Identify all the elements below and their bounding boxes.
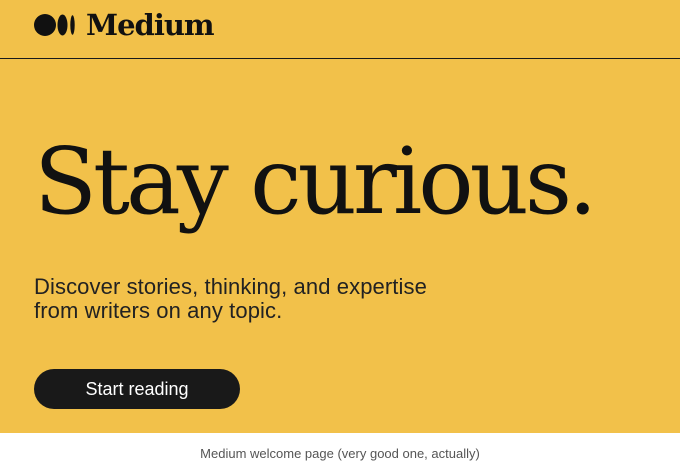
page-caption: Medium welcome page (very good one, actu…: [200, 446, 480, 461]
hero-section: Medium Stay curious. Discover stories, t…: [0, 0, 680, 433]
top-bar: Medium: [0, 0, 680, 59]
hero-subtitle: Discover stories, thinking, and expertis…: [34, 274, 427, 323]
hero-headline: Stay curious.: [34, 128, 597, 235]
start-reading-button[interactable]: Start reading: [34, 369, 240, 409]
medium-logo-icon: [34, 14, 75, 36]
brand-wordmark: Medium: [86, 8, 215, 42]
medium-logo-link[interactable]: Medium: [34, 8, 215, 42]
